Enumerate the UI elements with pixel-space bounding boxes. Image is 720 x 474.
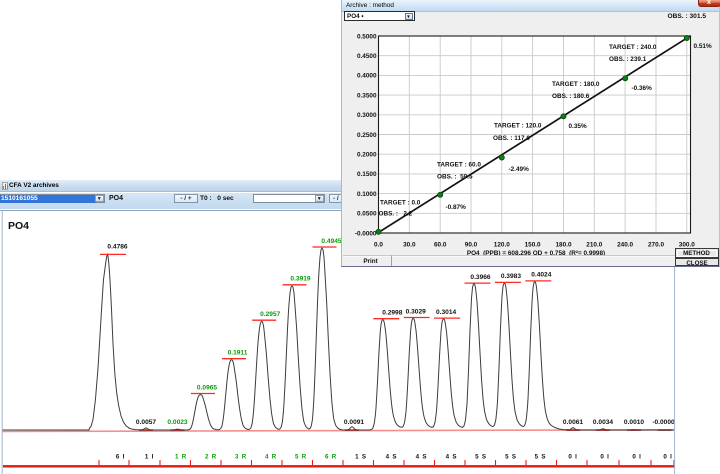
svg-text:0.3919: 0.3919 [290, 275, 311, 282]
svg-text:TARGET : 0.0: TARGET : 0.0 [380, 200, 421, 207]
svg-text:0 I: 0 I [600, 453, 609, 460]
svg-text:0.1000: 0.1000 [357, 191, 377, 198]
svg-text:90.0: 90.0 [465, 242, 478, 249]
svg-text:0.51%: 0.51% [694, 43, 712, 50]
svg-text:270.0: 270.0 [648, 242, 664, 249]
svg-text:180.0: 180.0 [556, 242, 572, 249]
svg-text:0.4945: 0.4945 [321, 237, 342, 244]
svg-text:30.0: 30.0 [403, 242, 416, 249]
svg-text:150.0: 150.0 [525, 242, 541, 249]
svg-text:1 R: 1 R [175, 453, 187, 460]
svg-text:0.5000: 0.5000 [357, 33, 377, 40]
svg-text:4 R: 4 R [265, 453, 277, 460]
svg-text:0.0091: 0.0091 [344, 418, 365, 425]
svg-text:0.4500: 0.4500 [357, 53, 377, 60]
svg-text:4 S: 4 S [416, 453, 428, 460]
svg-text:-2.49%: -2.49% [509, 166, 530, 173]
svg-text:0.3966: 0.3966 [470, 273, 491, 280]
svg-text:0.0: 0.0 [374, 242, 383, 249]
svg-text:0.3014: 0.3014 [436, 308, 457, 315]
svg-text:0.0061: 0.0061 [563, 418, 584, 425]
svg-text:0 I: 0 I [568, 453, 577, 460]
svg-text:0.3983: 0.3983 [501, 273, 522, 280]
svg-text:120.0: 120.0 [494, 242, 510, 249]
svg-text:Print: Print [363, 258, 378, 265]
svg-text:0.0023: 0.0023 [167, 418, 188, 425]
svg-text:240.0: 240.0 [617, 242, 633, 249]
svg-text:0 I: 0 I [663, 453, 672, 460]
svg-text:OBS. : 2.2: OBS. : 2.2 [379, 211, 413, 218]
svg-text:TARGET : 180.0: TARGET : 180.0 [552, 81, 600, 88]
svg-text:-0.0000: -0.0000 [652, 418, 675, 425]
svg-text:-0.0000: -0.0000 [355, 230, 377, 237]
svg-text:0.2998: 0.2998 [382, 309, 403, 316]
svg-text:OBS. : 117.0: OBS. : 117.0 [493, 135, 530, 142]
svg-text:5 R: 5 R [295, 453, 307, 460]
svg-text:-0.36%: -0.36% [632, 85, 653, 92]
svg-text:0.2000: 0.2000 [357, 152, 377, 159]
svg-text:0.35%: 0.35% [569, 123, 587, 130]
svg-text:0.0965: 0.0965 [197, 384, 218, 391]
svg-text:6 R: 6 R [325, 453, 337, 460]
svg-text:TARGET : 60.0: TARGET : 60.0 [437, 162, 481, 169]
svg-text:0.2957: 0.2957 [260, 311, 281, 318]
svg-text:5 S: 5 S [535, 453, 547, 460]
svg-text:TARGET : 240.0: TARGET : 240.0 [609, 44, 657, 51]
svg-text:4 S: 4 S [386, 453, 398, 460]
svg-text:210.0: 210.0 [586, 242, 602, 249]
svg-text:6 I: 6 I [116, 453, 125, 460]
svg-text:1 I: 1 I [145, 453, 154, 460]
svg-text:0.0034: 0.0034 [593, 418, 614, 425]
svg-text:0.1500: 0.1500 [357, 171, 377, 178]
svg-text:0.0010: 0.0010 [624, 418, 645, 425]
svg-text:0.0057: 0.0057 [136, 418, 157, 425]
svg-text:0 I: 0 I [632, 453, 641, 460]
svg-text:0.4000: 0.4000 [357, 73, 377, 80]
svg-text:OBS. : 239.1: OBS. : 239.1 [609, 56, 647, 63]
svg-text:0.4786: 0.4786 [107, 243, 128, 250]
svg-text:5 S: 5 S [505, 453, 517, 460]
svg-text:1 S: 1 S [355, 453, 367, 460]
svg-text:0.4024: 0.4024 [531, 271, 552, 278]
svg-text:OBS. : 180.6: OBS. : 180.6 [552, 93, 590, 100]
svg-text:OBS. : 59.5: OBS. : 59.5 [437, 174, 473, 181]
svg-text:TARGET : 120.0: TARGET : 120.0 [494, 123, 542, 130]
svg-text:3 R: 3 R [235, 453, 247, 460]
svg-text:2 R: 2 R [205, 453, 217, 460]
svg-text:0.3029: 0.3029 [406, 308, 427, 315]
svg-text:5 S: 5 S [475, 453, 487, 460]
svg-text:-0.87%: -0.87% [446, 204, 467, 211]
svg-text:0.1911: 0.1911 [228, 349, 248, 356]
svg-text:4 S: 4 S [446, 453, 458, 460]
svg-text:0.2500: 0.2500 [357, 132, 377, 139]
svg-text:PO4: PO4 [8, 220, 29, 232]
svg-text:0.3000: 0.3000 [357, 112, 377, 119]
svg-text:0.0500: 0.0500 [357, 211, 377, 218]
svg-text:60.0: 60.0 [434, 242, 447, 249]
svg-text:0.3500: 0.3500 [357, 92, 377, 99]
